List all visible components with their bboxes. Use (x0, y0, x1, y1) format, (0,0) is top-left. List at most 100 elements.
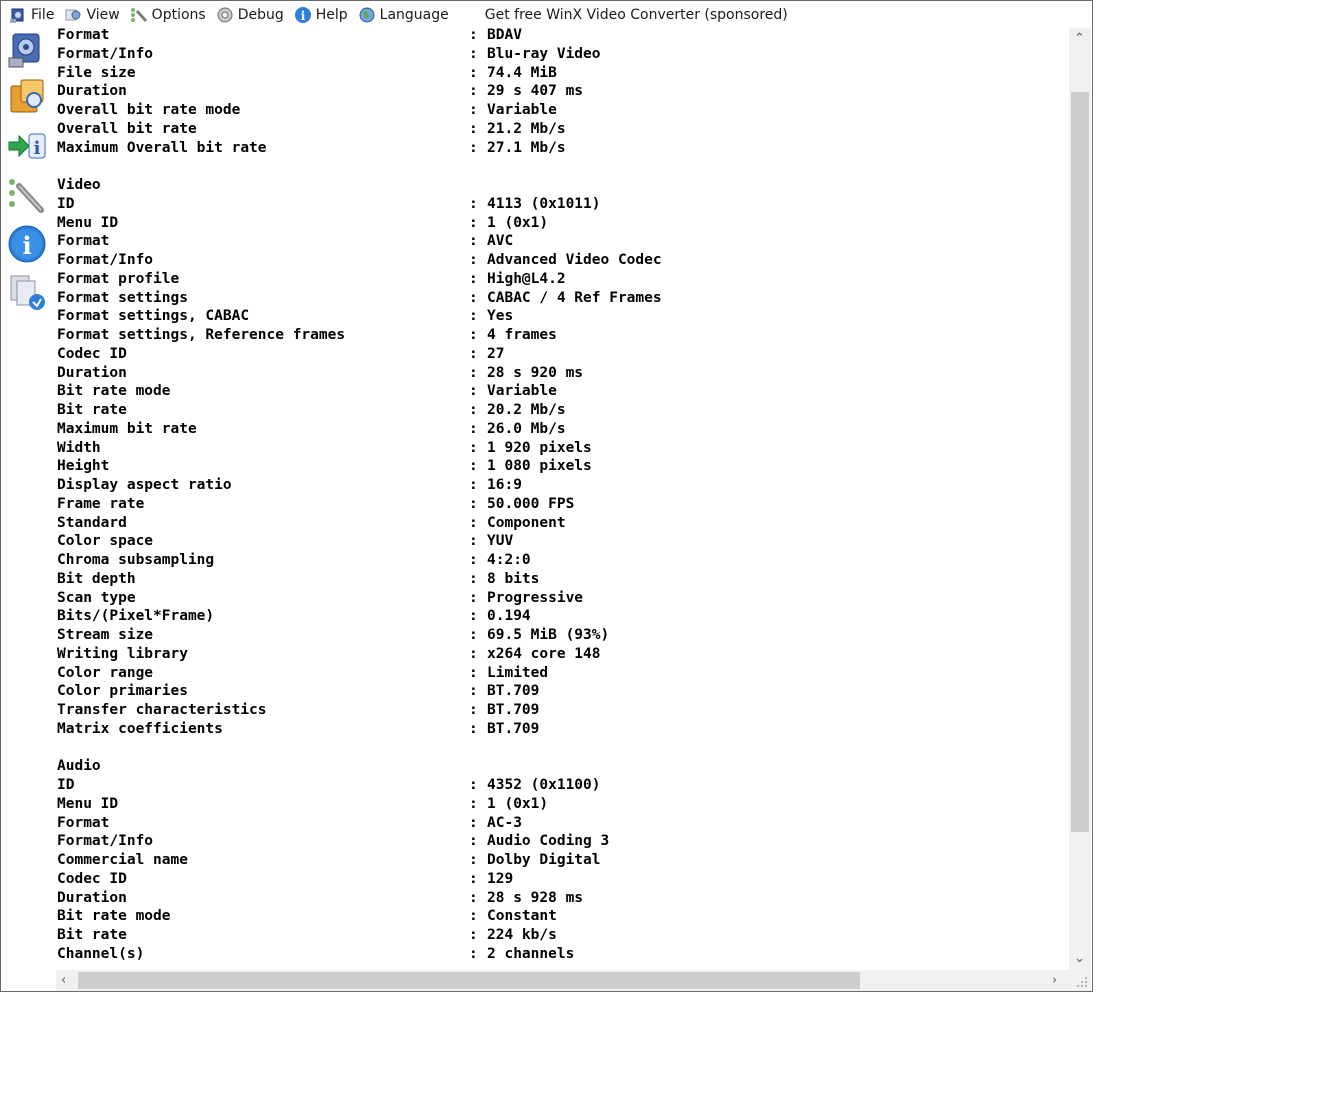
vertical-scrollbar[interactable]: ⌃ ⌄ (1069, 28, 1091, 970)
menu-help[interactable]: i Help (292, 3, 350, 27)
info-key: Stream size (57, 627, 154, 643)
html-view-button[interactable] (5, 76, 49, 120)
info-value: 4352 (0x1100) (487, 777, 601, 793)
menu-debug[interactable]: Debug (214, 3, 286, 27)
info-key: Format (57, 28, 110, 43)
info-key: Chroma subsampling (57, 552, 215, 568)
info-separator: : (469, 908, 478, 925)
info-value: AVC (487, 233, 514, 250)
sheet-view-button[interactable] (5, 30, 49, 74)
options-icon (130, 6, 148, 24)
menu-file[interactable]: File (7, 3, 56, 27)
info-separator: : (469, 720, 478, 737)
menu-view-label: View (86, 6, 120, 23)
info-line: Format settings, Reference frames:4 fram… (57, 326, 662, 345)
info-key: Format/Info (57, 833, 154, 850)
html-view-icon (7, 76, 47, 120)
horizontal-scroll-thumb[interactable] (78, 972, 860, 989)
info-separator: : (469, 364, 478, 381)
info-separator: : (469, 533, 478, 550)
info-value: CABAC / 4 Ref Frames (487, 289, 662, 306)
info-separator: : (469, 777, 478, 793)
info-value: 21.2 Mb/s (487, 120, 566, 137)
info-key: Commercial name (57, 852, 188, 868)
info-value: Dolby Digital (487, 852, 601, 868)
info-separator: : (469, 870, 478, 887)
info-line: Color primaries: BT.709 (57, 682, 662, 701)
menu-view[interactable]: View (62, 3, 121, 27)
info-separator: : (469, 83, 478, 100)
scroll-up-arrow-icon[interactable]: ⌃ (1074, 32, 1085, 45)
info-separator: : (469, 420, 478, 437)
info-separator: : (469, 383, 478, 400)
info-separator: : (469, 64, 478, 81)
info-value: 50.000 FPS (487, 495, 575, 512)
info-value: 28 s 920 ms (487, 364, 584, 381)
info-line: Format: BDAV (57, 28, 662, 45)
info-line: Format/Info: Audio Coding 3 (57, 832, 662, 851)
info-line: Overall bit rate:21.2 Mb/s (57, 120, 662, 139)
info-key: Duration (57, 889, 127, 906)
sponsored-link[interactable]: Get free WinX Video Converter (sponsored… (483, 3, 790, 27)
info-key: Format/Info (57, 252, 154, 268)
info-line: Writing library: x264 core 148 (57, 645, 662, 664)
info-separator: : (469, 627, 478, 643)
info-line: Standard: Component (57, 514, 662, 533)
info-line: Maximum Overall bit rate:27.1 Mb/s (57, 139, 662, 158)
preferences-icon (7, 174, 47, 218)
info-line: Format: AC-3 (57, 814, 662, 833)
info-value: 16:9 (487, 477, 522, 493)
info-value: Component (487, 514, 566, 531)
info-value: YUV (487, 533, 514, 550)
scroll-down-arrow-icon[interactable]: ⌄ (1074, 952, 1085, 965)
info-line: Menu ID:1 (0x1) (57, 214, 662, 233)
info-value: 4:2:0 (487, 552, 531, 568)
info-separator: : (469, 608, 478, 625)
info-separator: : (469, 589, 478, 606)
menu-language[interactable]: Language (356, 3, 451, 27)
info-separator: : (469, 345, 478, 362)
info-key: Frame rate (57, 495, 145, 512)
export-button[interactable]: i (5, 126, 49, 170)
info-key: Bit depth (57, 570, 136, 587)
scroll-right-arrow-icon[interactable]: › (1052, 974, 1057, 987)
info-value: Variable (487, 383, 557, 400)
info-value: BT.709 (487, 702, 540, 718)
info-separator: : (469, 233, 478, 250)
info-value: 29 s 407 ms (487, 83, 584, 100)
size-grip-icon[interactable] (1069, 970, 1091, 991)
vertical-scroll-thumb[interactable] (1071, 92, 1089, 832)
info-lines: Format: BDAV Format/Info: Blu-ray Video File… (57, 28, 662, 964)
new-version-button[interactable] (5, 272, 49, 316)
horizontal-scrollbar[interactable]: ‹ › (56, 970, 1069, 991)
info-key: Writing library (57, 645, 188, 662)
scroll-left-arrow-icon[interactable]: ‹ (61, 974, 66, 987)
media-info-text[interactable]: Format: BDAV Format/Info: Blu-ray Video File… (56, 28, 1069, 970)
info-line: Bit rate:20.2 Mb/s (57, 401, 662, 420)
info-key: Standard (57, 514, 127, 531)
info-separator: : (469, 795, 478, 812)
info-key: Codec ID (57, 870, 127, 887)
info-value: AC-3 (487, 814, 522, 831)
info-value: 1 (0x1) (487, 795, 549, 812)
about-button[interactable]: i (5, 224, 49, 268)
info-separator: : (469, 308, 478, 325)
info-key: Maximum bit rate (57, 420, 197, 437)
sheet-view-icon (7, 30, 47, 74)
info-separator: : (469, 439, 478, 456)
preferences-button[interactable] (5, 174, 49, 218)
info-line: Bits/(Pixel*Frame):0.194 (57, 607, 662, 626)
info-separator: : (469, 645, 478, 662)
info-line: Transfer characteristics: BT.709 (57, 701, 662, 720)
info-value: 28 s 928 ms (487, 889, 584, 906)
info-key: Bit rate (57, 402, 127, 418)
info-value: BDAV (487, 28, 522, 43)
info-key: Format (57, 814, 110, 831)
info-line: Format settings, CABAC: Yes (57, 307, 662, 326)
menu-options-label: Options (151, 6, 206, 23)
info-line: Height:1 080 pixels (57, 457, 662, 476)
info-key: Codec ID (57, 345, 127, 362)
info-line: Menu ID:1 (0x1) (57, 795, 662, 814)
info-line: Overall bit rate mode: Variable (57, 101, 662, 120)
menu-options[interactable]: Options (128, 3, 208, 27)
